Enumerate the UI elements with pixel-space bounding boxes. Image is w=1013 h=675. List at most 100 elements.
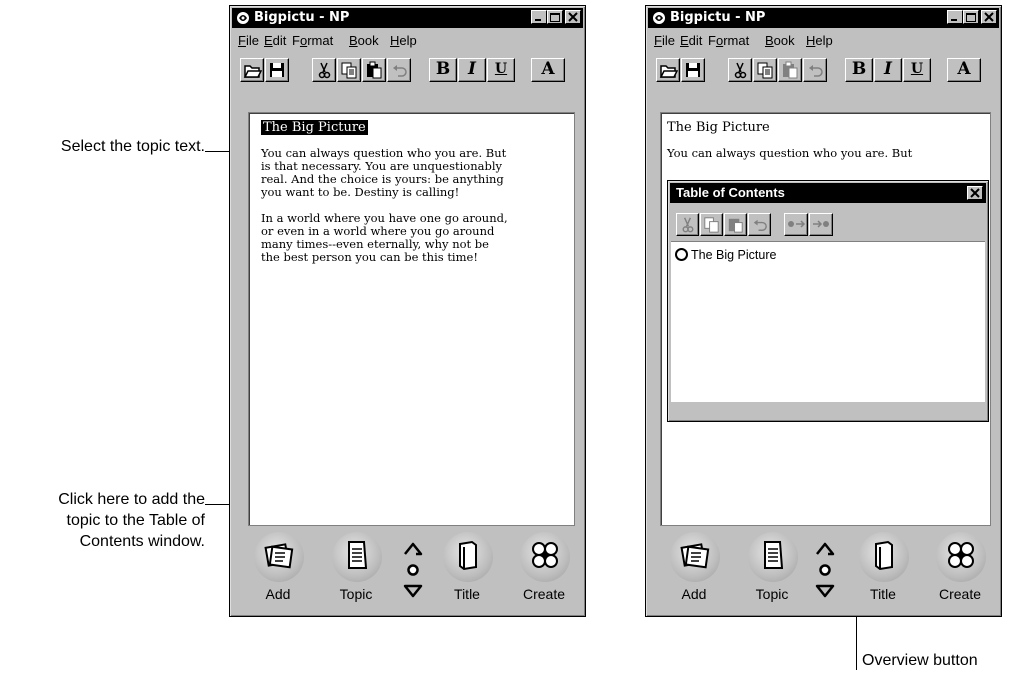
down-arrow-icon[interactable]	[815, 584, 835, 598]
scissors-icon	[734, 62, 747, 79]
toc-item-label: The Big Picture	[691, 248, 777, 262]
menu-book[interactable]: Book	[349, 33, 379, 48]
italic-button[interactable]: I	[874, 58, 902, 82]
scissors-icon	[318, 62, 331, 79]
font-button[interactable]: A	[531, 58, 565, 82]
overview-navigator	[403, 542, 423, 598]
toc-paste-button[interactable]	[724, 213, 747, 236]
toc-item[interactable]: The Big Picture	[675, 248, 776, 262]
toolbar: B I U A	[652, 54, 995, 86]
overview-button[interactable]	[407, 564, 419, 576]
copy-icon	[757, 62, 773, 79]
maximize-icon	[966, 13, 976, 22]
toc-copy-button[interactable]	[700, 213, 723, 236]
overview-navigator	[815, 542, 835, 598]
add-page-icon	[264, 543, 294, 569]
topic-page-icon	[348, 541, 368, 569]
create-button[interactable]: Create	[516, 530, 572, 608]
copy-button[interactable]	[337, 58, 361, 82]
bold-button[interactable]: B	[845, 58, 873, 82]
menu-file[interactable]: File	[654, 33, 675, 48]
promote-arrow-icon	[788, 220, 806, 228]
bold-button[interactable]: B	[429, 58, 457, 82]
menu-format-label: Format	[708, 33, 750, 48]
document-editor[interactable]: The Big Picture You can always question …	[248, 112, 575, 526]
maximize-button[interactable]	[547, 10, 563, 24]
underline-button[interactable]: U	[487, 58, 515, 82]
scissors-icon	[682, 217, 694, 233]
close-button[interactable]	[565, 10, 581, 24]
toc-close-button[interactable]	[967, 186, 983, 200]
callout-click-line-3: Contents window.	[79, 533, 205, 550]
paste-button[interactable]	[362, 58, 386, 82]
topic-button[interactable]: Topic	[744, 530, 800, 608]
menu-file[interactable]: File	[238, 33, 259, 48]
toc-cut-button[interactable]	[676, 213, 699, 236]
up-arrow-icon[interactable]	[816, 542, 835, 556]
save-button[interactable]	[681, 58, 705, 82]
menu-help-label: Help	[390, 33, 417, 48]
maximize-button[interactable]	[963, 10, 979, 24]
minimize-button[interactable]	[531, 10, 547, 24]
close-icon	[984, 12, 994, 22]
copy-button[interactable]	[753, 58, 777, 82]
topic-button-label: Topic	[755, 586, 789, 602]
paste-button[interactable]	[778, 58, 802, 82]
menu-book-label: Book	[765, 33, 795, 48]
add-button[interactable]: Add	[666, 530, 722, 608]
toc-title: Table of Contents	[676, 185, 785, 200]
create-button-circle	[936, 532, 986, 582]
cut-button[interactable]	[728, 58, 752, 82]
selected-topic-text[interactable]: The Big Picture	[261, 120, 368, 135]
callout-click-line-1: Click here to add the	[58, 491, 205, 508]
menu-help[interactable]: Help	[390, 33, 417, 48]
overview-button[interactable]	[819, 564, 831, 576]
open-button[interactable]	[656, 58, 680, 82]
menu-help[interactable]: Help	[806, 33, 833, 48]
font-label: A	[957, 59, 971, 79]
cut-button[interactable]	[312, 58, 336, 82]
title-button-label: Title	[870, 586, 896, 602]
create-button-label: Create	[938, 586, 982, 602]
undo-button[interactable]	[387, 58, 411, 82]
create-button[interactable]: Create	[932, 530, 988, 608]
maximize-icon	[550, 13, 560, 22]
document-title: The Big Picture	[667, 120, 770, 135]
close-button[interactable]	[981, 10, 997, 24]
add-button-circle	[670, 532, 720, 582]
menu-book[interactable]: Book	[765, 33, 795, 48]
demote-arrow-icon	[813, 220, 829, 228]
title-bar: Bigpictu - NP	[648, 8, 999, 28]
app-window-right: Bigpictu - NP File Edit Format Book Help	[645, 5, 1002, 617]
title-button[interactable]: Title	[439, 530, 495, 608]
add-button[interactable]: Add	[250, 530, 306, 608]
undo-icon	[753, 219, 767, 231]
font-button[interactable]: A	[947, 58, 981, 82]
topic-button[interactable]: Topic	[328, 530, 384, 608]
title-button[interactable]: Title	[855, 530, 911, 608]
menu-format[interactable]: Format	[292, 33, 333, 48]
add-button-circle	[254, 532, 304, 582]
italic-label: I	[884, 59, 892, 79]
bold-label: B	[435, 59, 451, 79]
menu-bar: File Edit Format Book Help	[650, 30, 997, 50]
menu-bar: File Edit Format Book Help	[234, 30, 581, 50]
italic-button[interactable]: I	[458, 58, 486, 82]
toc-undo-button[interactable]	[748, 213, 771, 236]
save-button[interactable]	[265, 58, 289, 82]
underline-button[interactable]: U	[903, 58, 931, 82]
toc-demote-button[interactable]	[809, 213, 833, 236]
undo-button[interactable]	[803, 58, 827, 82]
toc-promote-button[interactable]	[784, 213, 808, 236]
menu-format[interactable]: Format	[708, 33, 749, 48]
up-arrow-icon[interactable]	[404, 542, 423, 556]
topic-button-circle	[332, 532, 382, 582]
minimize-button[interactable]	[947, 10, 963, 24]
callout-overview-label: Overview button	[862, 652, 978, 669]
down-arrow-icon[interactable]	[403, 584, 423, 598]
open-button[interactable]	[240, 58, 264, 82]
title-button-circle	[443, 532, 493, 582]
document-body: The Big Picture You can always question …	[261, 120, 508, 264]
menu-edit[interactable]: Edit	[680, 33, 702, 48]
menu-edit[interactable]: Edit	[264, 33, 286, 48]
